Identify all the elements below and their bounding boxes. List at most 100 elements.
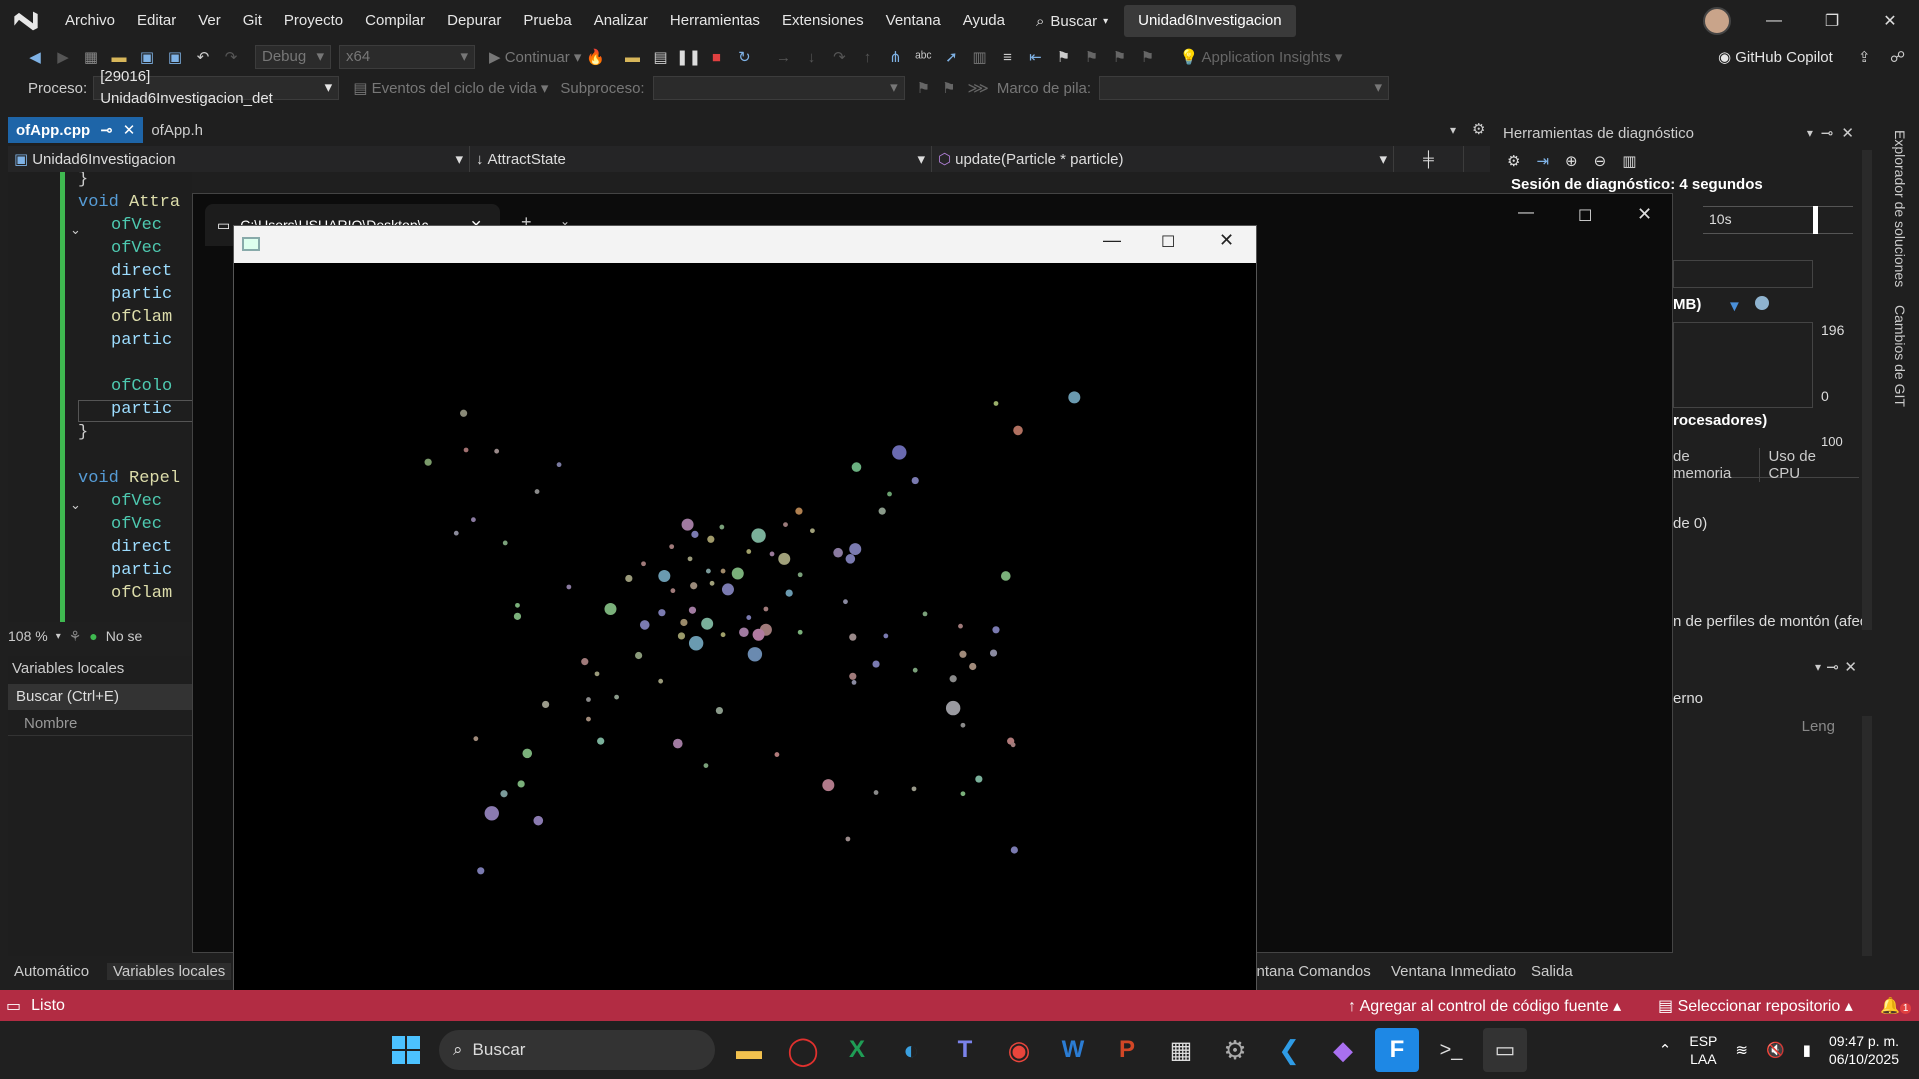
outdent-icon[interactable]: ⇤ — [1024, 46, 1046, 68]
close-icon[interactable]: ✕ — [1841, 124, 1854, 142]
maximize-icon[interactable]: ☐ — [1161, 232, 1175, 252]
menu-item-prueba[interactable]: Prueba — [512, 0, 582, 42]
platform-dropdown[interactable]: x64 ▾ — [339, 45, 475, 69]
column-header-language[interactable]: Leng — [1802, 718, 1835, 735]
stop-icon[interactable]: ■ — [705, 46, 727, 68]
save-all-icon[interactable]: ▣ — [164, 46, 186, 68]
minimize-icon[interactable]: — — [1518, 204, 1534, 222]
particle-app-taskbar-icon[interactable]: ▭ — [1483, 1028, 1527, 1072]
restore-icon[interactable]: ❐ — [1803, 0, 1861, 42]
collapse-icon[interactable]: ⌄ — [70, 497, 81, 513]
app-f-icon[interactable]: F — [1375, 1028, 1419, 1072]
close-icon[interactable]: ✕ — [123, 121, 136, 139]
tab-ofapp-h[interactable]: ofApp.h — [143, 117, 211, 143]
new-project-icon[interactable]: ▦ — [80, 46, 102, 68]
flag-icon[interactable]: ⚑ — [917, 79, 930, 97]
bottom-tab-5[interactable]: Salida — [1531, 963, 1573, 980]
open-folder-icon[interactable]: ▬ — [108, 46, 130, 68]
volume-muted-icon[interactable]: 🔇 — [1766, 1041, 1785, 1059]
menu-item-ventana[interactable]: Ventana — [875, 0, 952, 42]
word-icon[interactable]: W — [1051, 1028, 1095, 1072]
layout-icon[interactable]: ▤ — [649, 46, 671, 68]
clock[interactable]: 09:47 p. m. 06/10/2025 — [1829, 1032, 1899, 1068]
code-editor[interactable]: } void Attra ofVec ofVec direct partic ofClam p… — [8, 172, 192, 622]
zoom-in-icon[interactable]: ⊕ — [1565, 152, 1578, 170]
redo-icon[interactable]: ↷ — [220, 46, 242, 68]
gear-icon[interactable]: ⚙ — [1472, 120, 1485, 138]
bookmark-icon[interactable]: ⚑ — [1052, 46, 1074, 68]
hot-reload-icon[interactable]: 🔥 — [584, 46, 606, 68]
pin-icon[interactable]: ⊸ — [1821, 124, 1834, 142]
share-icon[interactable]: ⇪ — [1858, 48, 1871, 66]
windows-start-icon[interactable] — [384, 1028, 428, 1072]
menu-item-extensiones[interactable]: Extensiones — [771, 0, 875, 42]
diag-scrollbar[interactable] — [1862, 150, 1872, 630]
tab-overflow-icon[interactable]: ▾ — [1450, 123, 1456, 137]
indent-icon[interactable]: ≡ — [996, 46, 1018, 68]
particle-canvas[interactable] — [234, 263, 1256, 1022]
bookmark-prev-icon[interactable]: ⚑ — [1080, 46, 1102, 68]
lifecycle-dropdown[interactable]: ▤ Eventos del ciclo de vida ▾ — [353, 79, 548, 97]
filter-icon[interactable]: ⋔ — [884, 46, 906, 68]
opera-icon[interactable]: ◯ — [781, 1028, 825, 1072]
app-insights-button[interactable]: 💡 Application Insights ▾ — [1179, 48, 1342, 66]
menu-item-ver[interactable]: Ver — [187, 0, 232, 42]
minimize-icon[interactable]: — — [1103, 230, 1121, 251]
particle-app-window[interactable]: — ☐ ✕ — [233, 225, 1257, 1023]
file-explorer-icon[interactable]: ▬ — [727, 1028, 771, 1072]
close-icon[interactable]: ✕ — [1637, 204, 1652, 225]
minimize-icon[interactable]: — — [1745, 0, 1803, 42]
chevron-down-icon[interactable]: ▾ — [1815, 660, 1821, 674]
chevron-down-icon[interactable]: ▾ — [56, 631, 61, 642]
solution-title[interactable]: Unidad6Investigacion — [1124, 5, 1296, 37]
notifications-icon[interactable]: 🔔 1 — [1880, 996, 1912, 1016]
bottom-tab-4[interactable]: Ventana Inmediato — [1391, 963, 1516, 980]
chrome-icon[interactable]: ◉ — [997, 1028, 1041, 1072]
issues-label[interactable]: No se — [106, 628, 143, 644]
zoom-level[interactable]: 108 % — [8, 628, 48, 644]
bottom-tab-3[interactable]: Ventana Comandos — [1239, 963, 1371, 980]
zoom-out-icon[interactable]: ⊖ — [1594, 152, 1607, 170]
battery-icon[interactable]: ▮ — [1803, 1041, 1811, 1059]
spellcheck-icon[interactable]: ᵃᵇᶜ — [912, 46, 934, 68]
brush-icon[interactable]: ⚘ — [69, 628, 82, 645]
forward-icon[interactable]: ▶ — [52, 46, 74, 68]
project-dropdown[interactable]: ▣ Unidad6Investigacion ▾ — [8, 146, 470, 172]
save-icon[interactable]: ▣ — [136, 46, 158, 68]
bottom-tab-1[interactable]: Variables locales — [107, 962, 232, 980]
menu-item-ayuda[interactable]: Ayuda — [952, 0, 1016, 42]
edge-icon[interactable]: ◐ — [889, 1028, 933, 1072]
thread-dropdown[interactable]: ▾ — [652, 76, 905, 100]
split-icon[interactable]: ╪ — [1394, 146, 1464, 172]
continue-button[interactable]: ▶ Continuar ▾ — [489, 48, 581, 66]
heap-profiling-text[interactable]: n de perfiles de montón (afec — [1673, 613, 1867, 630]
restart-icon[interactable]: ↻ — [733, 46, 755, 68]
collapse-icon[interactable]: ⌄ — [70, 222, 81, 238]
step-over-icon[interactable]: → — [772, 46, 794, 68]
search-button[interactable]: ⌕ Buscar ▾ — [1036, 13, 1108, 30]
step-over-icon[interactable]: ↷ — [828, 46, 850, 68]
process-dropdown[interactable]: [29016] Unidad6Investigacion_det ▾ — [93, 68, 340, 107]
columns-icon[interactable]: ▥ — [968, 46, 990, 68]
avatar[interactable] — [1703, 7, 1731, 35]
lower-scrollbar[interactable] — [1862, 716, 1872, 956]
stack-dropdown[interactable]: ▾ — [1099, 76, 1390, 100]
menu-item-proyecto[interactable]: Proyecto — [273, 0, 354, 42]
back-icon[interactable]: ◀ — [24, 46, 46, 68]
tab-ofapp-cpp[interactable]: ofApp.cpp ⊸ ✕ — [8, 117, 144, 143]
git-changes-tab[interactable]: Cambios de GIT — [1892, 305, 1908, 407]
chart-icon[interactable]: ▥ — [1622, 152, 1636, 170]
tab-cpu-usage[interactable]: Uso de CPU — [1760, 448, 1859, 482]
timeline-ruler[interactable]: 10s — [1703, 206, 1853, 234]
menu-item-herramientas[interactable]: Herramientas — [659, 0, 771, 42]
close-icon[interactable]: ✕ — [1219, 230, 1234, 251]
bookmark-clear-icon[interactable]: ⚑ — [1136, 46, 1158, 68]
step-into-icon[interactable]: ↓ — [800, 46, 822, 68]
export-icon[interactable]: ⇥ — [1536, 152, 1549, 170]
select-repo[interactable]: ▤ Seleccionar repositorio ▴ — [1658, 996, 1853, 1016]
copilot-button[interactable]: ◉ GitHub Copilot — [1718, 48, 1833, 66]
vscode-icon[interactable]: ❮ — [1267, 1028, 1311, 1072]
settings-icon[interactable]: ⚙ — [1213, 1028, 1257, 1072]
menu-item-analizar[interactable]: Analizar — [583, 0, 659, 42]
menu-item-editar[interactable]: Editar — [126, 0, 187, 42]
